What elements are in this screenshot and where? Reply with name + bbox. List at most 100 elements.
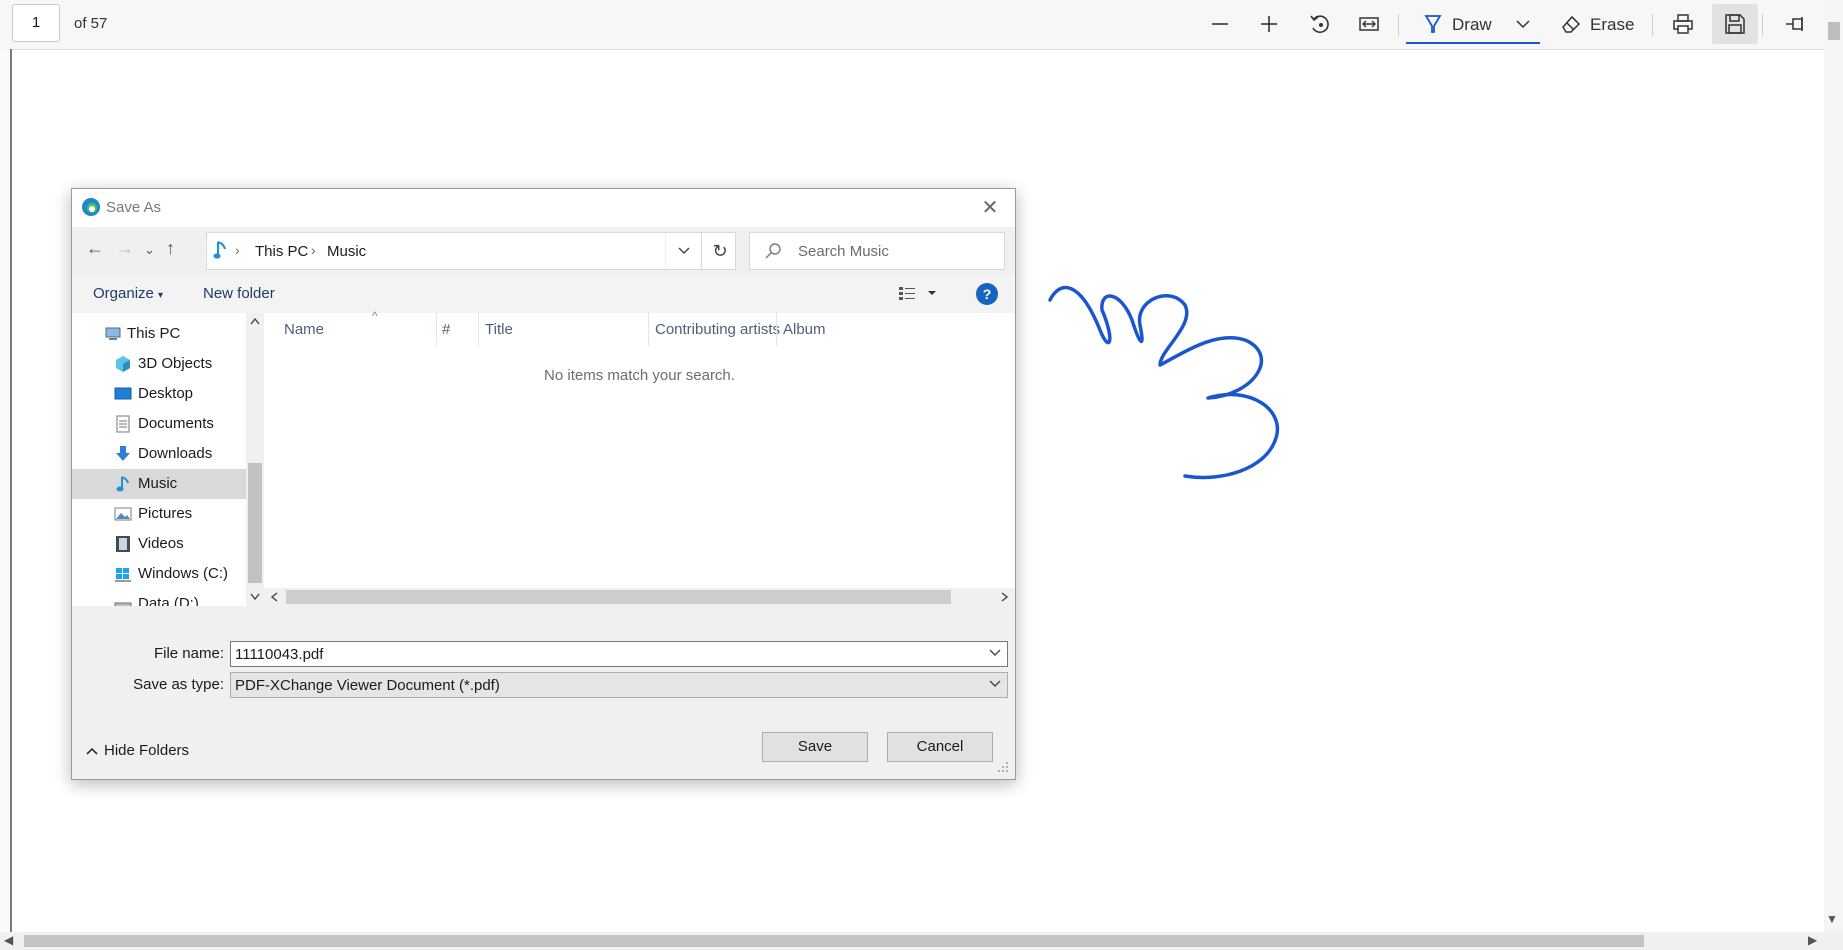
save-as-dialog: Save As ✕ ← → ⌄ ↑ › This PC › Music ↻ Se…: [71, 188, 1016, 780]
vertical-scrollbar[interactable]: ▼: [1824, 0, 1843, 932]
refresh-button[interactable]: ↻: [701, 233, 738, 269]
new-folder-button[interactable]: New folder: [203, 285, 275, 302]
search-placeholder: Search Music: [798, 243, 889, 260]
column-header-contributing-artists[interactable]: Contributing artists: [655, 321, 780, 338]
tree-item-data-d[interactable]: Data (D:): [72, 589, 246, 606]
column-header-title[interactable]: Title: [485, 321, 513, 338]
tree-item-label: This PC: [127, 325, 181, 342]
scroll-left-arrow-icon[interactable]: ◀: [4, 933, 13, 947]
change-view-button[interactable]: [898, 285, 938, 305]
plus-icon: [1261, 16, 1277, 32]
tree-item-this-pc[interactable]: This PC: [72, 319, 246, 349]
cube-icon: [116, 356, 130, 372]
close-button[interactable]: ✕: [973, 195, 1007, 221]
toolbar-divider: [1398, 14, 1399, 36]
save-type-select[interactable]: PDF-XChange Viewer Document (*.pdf): [230, 672, 1008, 698]
scroll-down-arrow-icon[interactable]: [250, 593, 260, 601]
column-divider[interactable]: [776, 313, 777, 346]
file-list-horizontal-scrollbar[interactable]: [264, 588, 1015, 606]
hide-folders-label: Hide Folders: [104, 742, 190, 759]
organize-button[interactable]: Organize ▾: [93, 285, 163, 302]
zoom-in-button[interactable]: [1252, 8, 1286, 40]
document-icon: [116, 415, 130, 433]
cancel-button[interactable]: Cancel: [887, 732, 993, 762]
rotate-button[interactable]: [1302, 8, 1336, 40]
tree-item-label: Music: [138, 475, 178, 492]
chevron-down-icon[interactable]: [989, 649, 1001, 657]
organize-label: Organize: [93, 285, 154, 302]
fit-width-icon: [1359, 17, 1379, 31]
scroll-right-arrow-icon[interactable]: [1001, 592, 1009, 602]
column-divider[interactable]: [648, 313, 649, 346]
pin-button[interactable]: [1778, 8, 1812, 40]
vertical-scroll-thumb[interactable]: [1828, 22, 1840, 40]
draw-button[interactable]: Draw: [1406, 3, 1540, 44]
page-number-input[interactable]: 1: [12, 4, 60, 42]
horizontal-scroll-thumb[interactable]: [24, 935, 1644, 947]
column-header-album[interactable]: Album: [783, 321, 826, 338]
list-view-icon: [899, 287, 936, 300]
desktop-icon: [114, 387, 132, 400]
erase-button[interactable]: Erase: [1556, 8, 1652, 42]
column-header-name[interactable]: Name: [284, 321, 324, 338]
breadcrumb-chevron-icon[interactable]: ›: [311, 242, 316, 258]
chevron-up-icon: [86, 747, 98, 755]
column-header-number[interactable]: #: [442, 321, 450, 338]
tree-item-pictures[interactable]: Pictures: [72, 499, 246, 529]
download-icon: [116, 446, 130, 461]
breadcrumb-this-pc[interactable]: This PC: [255, 243, 308, 260]
scroll-right-arrow-icon[interactable]: ▶: [1808, 933, 1817, 947]
tree-item-videos[interactable]: Videos: [72, 529, 246, 559]
tree-scrollbar[interactable]: [246, 313, 264, 606]
file-name-input[interactable]: 11110043.pdf: [230, 641, 1008, 667]
dialog-titlebar[interactable]: Save As ✕: [72, 189, 1015, 227]
scroll-up-arrow-icon[interactable]: [250, 317, 260, 325]
file-list-scroll-thumb[interactable]: [286, 590, 951, 604]
breadcrumb-chevron-icon[interactable]: ›: [235, 242, 240, 258]
help-button[interactable]: ?: [976, 283, 998, 305]
column-divider[interactable]: [478, 313, 479, 346]
breadcrumb-music[interactable]: Music: [327, 243, 366, 260]
forward-arrow-icon[interactable]: →: [116, 238, 134, 259]
hide-folders-button[interactable]: Hide Folders: [86, 742, 189, 759]
caret-down-icon: ▾: [158, 290, 164, 301]
tree-item-label: Videos: [138, 535, 184, 552]
save-button[interactable]: Save: [762, 732, 868, 762]
save-toolbar-button[interactable]: [1712, 4, 1758, 44]
address-dropdown-button[interactable]: [665, 233, 702, 269]
file-name-label: File name:: [153, 645, 224, 662]
page-total-label: of 57: [74, 15, 108, 32]
search-box[interactable]: Search Music: [749, 232, 1005, 270]
tree-item-documents[interactable]: Documents: [72, 409, 246, 439]
print-button[interactable]: [1666, 8, 1700, 40]
scroll-down-arrow-icon[interactable]: ▼: [1826, 912, 1838, 926]
address-bar[interactable]: › This PC › Music ↻: [206, 232, 736, 270]
tree-scroll-thumb[interactable]: [248, 463, 262, 583]
recent-locations-chevron-icon[interactable]: ⌄: [144, 242, 155, 258]
video-icon: [116, 536, 130, 552]
fit-width-button[interactable]: [1352, 8, 1386, 40]
sort-caret-icon: ^: [372, 309, 378, 323]
ink-drawing: [1048, 285, 1280, 480]
tree-item-desktop[interactable]: Desktop: [72, 379, 246, 409]
resize-grip-icon[interactable]: [997, 761, 1009, 773]
tree-item-3d-objects[interactable]: 3D Objects: [72, 349, 246, 379]
pen-icon: [1424, 15, 1442, 33]
tree-item-music[interactable]: Music: [72, 469, 246, 499]
tree-item-label: 3D Objects: [138, 355, 213, 372]
chevron-down-icon: [989, 680, 1001, 687]
up-arrow-icon[interactable]: ↑: [166, 238, 175, 259]
back-arrow-icon[interactable]: ←: [86, 238, 104, 259]
tree-item-downloads[interactable]: Downloads: [72, 439, 246, 469]
zoom-out-button[interactable]: [1203, 8, 1237, 40]
file-list: ^ Name # Title Contributing artists Albu…: [264, 309, 1015, 606]
pin-icon: [1786, 17, 1803, 31]
chevron-down-icon[interactable]: [1516, 19, 1530, 29]
page-edge: [0, 49, 12, 935]
scroll-left-arrow-icon[interactable]: [270, 592, 278, 602]
horizontal-scrollbar[interactable]: ◀ ▶: [0, 932, 1843, 950]
column-divider[interactable]: [436, 313, 437, 346]
tree-item-windows-c[interactable]: Windows (C:): [72, 559, 246, 589]
empty-message: No items match your search.: [544, 367, 735, 384]
edge-icon: [82, 198, 100, 216]
